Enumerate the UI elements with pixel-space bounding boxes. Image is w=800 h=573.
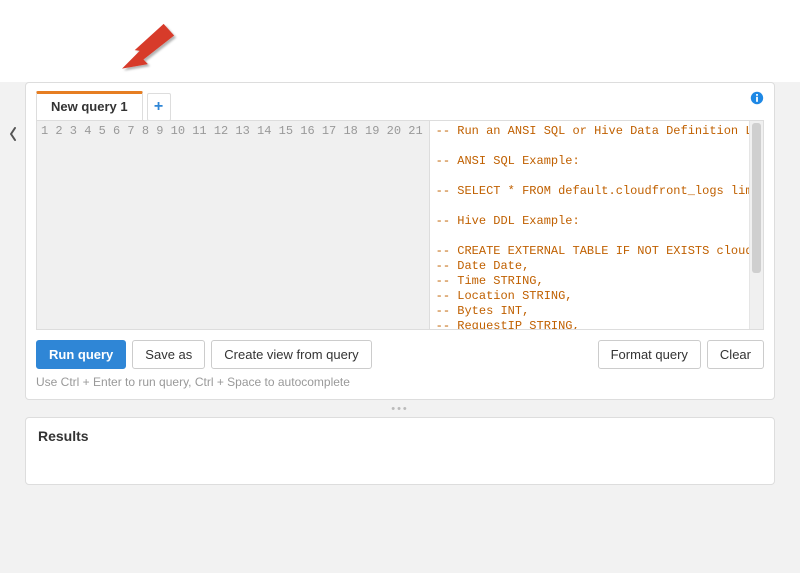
clear-button[interactable]: Clear <box>707 340 764 369</box>
query-editor-panel: New query 1 + 1 2 3 4 5 6 7 8 9 10 11 12… <box>25 82 775 400</box>
code-area[interactable]: -- Run an ANSI SQL or Hive Data Definiti… <box>430 121 749 329</box>
info-icon[interactable] <box>750 91 764 105</box>
save-as-button[interactable]: Save as <box>132 340 205 369</box>
keyboard-hint: Use Ctrl + Enter to run query, Ctrl + Sp… <box>36 375 764 389</box>
editor-actions: Run query Save as Create view from query… <box>36 340 764 369</box>
run-query-button[interactable]: Run query <box>36 340 126 369</box>
tab-label: New query 1 <box>51 99 128 114</box>
create-view-button[interactable]: Create view from query <box>211 340 371 369</box>
collapse-sidebar-button[interactable] <box>6 118 20 150</box>
results-title: Results <box>38 428 762 444</box>
line-gutter: 1 2 3 4 5 6 7 8 9 10 11 12 13 14 15 16 1… <box>37 121 430 329</box>
results-panel: Results <box>25 417 775 485</box>
editor-scrollbar[interactable] <box>749 121 763 329</box>
plus-icon: + <box>154 98 163 116</box>
sql-editor[interactable]: 1 2 3 4 5 6 7 8 9 10 11 12 13 14 15 16 1… <box>36 120 764 330</box>
add-tab-button[interactable]: + <box>147 93 171 121</box>
scrollbar-thumb[interactable] <box>752 123 761 273</box>
tab-new-query-1[interactable]: New query 1 <box>36 91 143 121</box>
format-query-button[interactable]: Format query <box>598 340 701 369</box>
query-tabs: New query 1 + <box>36 91 764 121</box>
panel-resize-handle[interactable]: ••• <box>25 400 775 417</box>
